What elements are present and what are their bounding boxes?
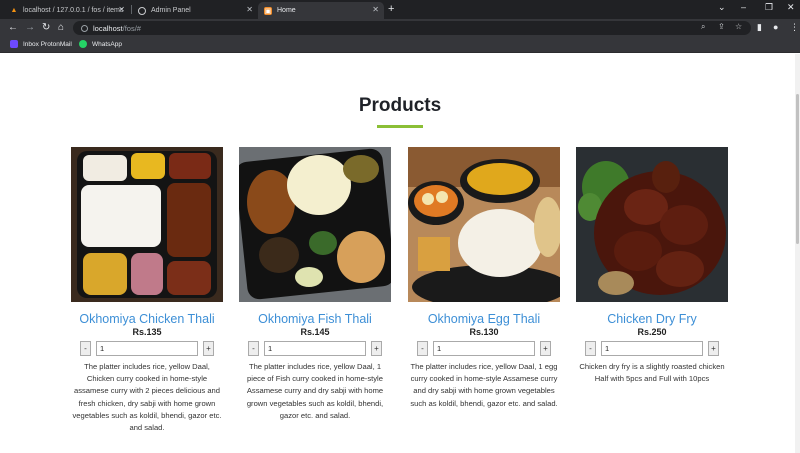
- egg-thali-photo: [408, 147, 560, 302]
- globe-icon: [138, 6, 146, 15]
- share-icon[interactable]: ⇪: [718, 22, 725, 31]
- maximize-icon[interactable]: ❐: [765, 2, 773, 13]
- page-content: Products Okhomiya Chicken Thali Rs.135 -…: [0, 54, 800, 453]
- window-close-icon[interactable]: ✕: [787, 2, 795, 13]
- close-tab-icon[interactable]: ✕: [118, 5, 125, 14]
- product-card: Okhomiya Egg Thali Rs.130 - 1 + The plat…: [408, 147, 560, 410]
- forward-arrow-icon[interactable]: →: [25, 21, 35, 35]
- bookmark-star-icon[interactable]: ☆: [735, 22, 742, 31]
- tab-home[interactable]: ▣ Home ✕: [258, 2, 384, 19]
- address-bar[interactable]: localhost/fos/#: [73, 21, 751, 35]
- new-tab-button[interactable]: +: [388, 3, 394, 15]
- zoom-icon[interactable]: ⌕: [701, 22, 705, 32]
- quantity-input[interactable]: 1: [264, 341, 366, 356]
- decrease-qty-button[interactable]: -: [248, 341, 259, 356]
- decrease-qty-button[interactable]: -: [417, 341, 428, 356]
- increase-qty-button[interactable]: +: [203, 341, 214, 356]
- product-description: The platter includes rice, yellow Daal, …: [246, 362, 384, 420]
- phpmyadmin-icon: ▲: [10, 7, 18, 14]
- bookmark-label: Inbox ProtonMail: [23, 40, 72, 48]
- fish-thali-photo: [239, 147, 391, 302]
- quantity-stepper: - 1 +: [408, 341, 560, 356]
- chicken-dry-fry-photo: [576, 147, 728, 302]
- protonmail-icon: [10, 40, 18, 48]
- product-image: [408, 147, 560, 302]
- heading-underline: [377, 125, 423, 128]
- quantity-input[interactable]: 1: [433, 341, 535, 356]
- profile-icon[interactable]: ●: [773, 22, 778, 32]
- quantity-input[interactable]: 1: [96, 341, 198, 356]
- increase-qty-button[interactable]: +: [708, 341, 719, 356]
- quantity-stepper: - 1 +: [576, 341, 728, 356]
- product-price: Rs.135: [132, 327, 162, 337]
- decrease-qty-button[interactable]: -: [80, 341, 91, 356]
- products-heading: Products: [358, 95, 442, 116]
- reload-icon[interactable]: ↻: [42, 21, 50, 35]
- site-info-icon[interactable]: [81, 24, 88, 32]
- tab-admin-panel[interactable]: Admin Panel ✕: [132, 2, 258, 19]
- tab-title: Admin Panel: [151, 7, 191, 14]
- increase-qty-button[interactable]: +: [540, 341, 551, 356]
- browser-toolbar: ← → ↻ ⌂ localhost/fos/# ⌕ ⇪ ☆ ▮ ● ⋮: [0, 19, 800, 37]
- minimize-icon[interactable]: –: [741, 2, 746, 12]
- whatsapp-icon: [79, 40, 87, 48]
- product-price: Rs.130: [469, 327, 499, 337]
- back-arrow-icon[interactable]: ←: [8, 21, 18, 35]
- product-card: Chicken Dry Fry Rs.250 - 1 + Chicken dry…: [576, 147, 728, 385]
- close-tab-icon[interactable]: ✕: [372, 5, 379, 14]
- tab-phpmyadmin[interactable]: ▲ localhost / 127.0.0.1 / fos / items ✕: [4, 2, 130, 19]
- page-scrollbar[interactable]: [795, 54, 800, 453]
- home-icon[interactable]: ⌂: [58, 21, 64, 35]
- bookmarks-bar: Inbox ProtonMail WhatsApp: [0, 37, 800, 53]
- bookmark-protonmail[interactable]: Inbox ProtonMail: [10, 40, 72, 48]
- product-title[interactable]: Okhomiya Egg Thali: [408, 312, 560, 326]
- side-panel-icon[interactable]: ▮: [757, 22, 762, 33]
- product-title[interactable]: Chicken Dry Fry: [576, 312, 728, 326]
- product-price: Rs.250: [637, 327, 667, 337]
- quantity-stepper: - 1 +: [239, 341, 391, 356]
- tab-search-icon[interactable]: ⌄: [718, 2, 726, 13]
- product-card: Okhomiya Fish Thali Rs.145 - 1 + The pla…: [239, 147, 391, 422]
- chicken-thali-photo: [71, 147, 223, 302]
- tab-title: Home: [277, 7, 296, 14]
- bookmark-whatsapp[interactable]: WhatsApp: [79, 40, 122, 48]
- product-title[interactable]: Okhomiya Chicken Thali: [71, 312, 223, 326]
- product-image: [239, 147, 391, 302]
- tab-strip: ▲ localhost / 127.0.0.1 / fos / items ✕ …: [0, 0, 800, 19]
- product-description: Chicken dry fry is a slightly roasted ch…: [579, 362, 725, 384]
- decrease-qty-button[interactable]: -: [585, 341, 596, 356]
- product-image: [576, 147, 728, 302]
- product-title[interactable]: Okhomiya Fish Thali: [239, 312, 391, 326]
- quantity-input[interactable]: 1: [601, 341, 703, 356]
- bookmark-label: WhatsApp: [92, 40, 122, 48]
- menu-dots-icon[interactable]: ⋮: [790, 22, 799, 33]
- product-price: Rs.145: [300, 327, 330, 337]
- quantity-stepper: - 1 +: [71, 341, 223, 356]
- scrollbar-thumb[interactable]: [796, 94, 799, 244]
- address-host: localhost: [93, 23, 123, 33]
- product-description: The platter includes rice, yellow Daal, …: [72, 362, 222, 433]
- home-site-icon: ▣: [264, 6, 272, 15]
- close-tab-icon[interactable]: ✕: [246, 5, 253, 14]
- increase-qty-button[interactable]: +: [371, 341, 382, 356]
- address-path: /fos/#: [122, 23, 141, 33]
- product-description: The platter includes rice, yellow Daal, …: [410, 362, 558, 408]
- product-card: Okhomiya Chicken Thali Rs.135 - 1 + The …: [71, 147, 223, 434]
- tab-title: localhost / 127.0.0.1 / fos / items: [23, 7, 124, 14]
- product-image: [71, 147, 223, 302]
